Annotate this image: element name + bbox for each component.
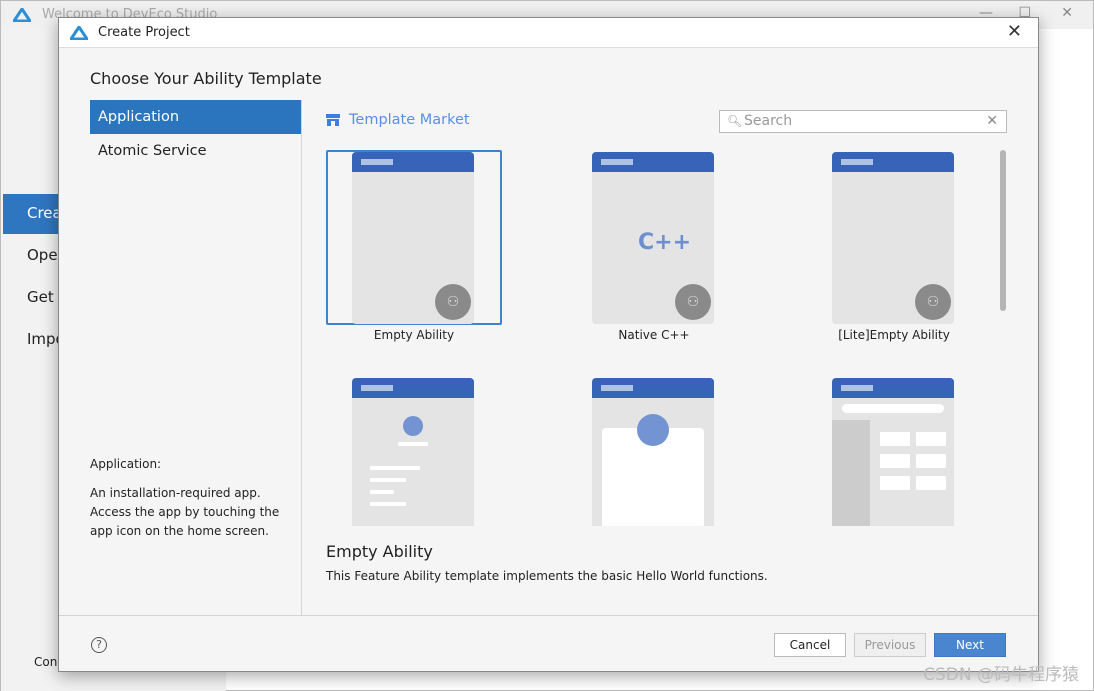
deveco-logo-icon xyxy=(70,26,88,40)
template-market-link[interactable]: Template Market xyxy=(326,112,470,128)
close-icon[interactable]: ✕ xyxy=(1007,21,1022,42)
dialog-title-bar: Create Project ✕ xyxy=(59,18,1038,48)
template-label: Native C++ xyxy=(618,328,690,342)
search-input[interactable]: 🔍︎ Search ✕ xyxy=(719,110,1007,133)
deveco-logo-icon xyxy=(13,8,31,22)
template-preview xyxy=(352,378,474,526)
category-description-text: An installation-required app. Access the… xyxy=(90,486,280,538)
selected-template-description: This Feature Ability template implements… xyxy=(326,569,768,583)
create-project-dialog: Create Project ✕ Choose Your Ability Tem… xyxy=(58,17,1039,672)
selected-template-title: Empty Ability xyxy=(326,542,433,561)
template-label: [Lite]Empty Ability xyxy=(838,328,950,342)
watermark: CSDN @码牛程序猿 xyxy=(923,665,1079,685)
cancel-button[interactable]: Cancel xyxy=(774,633,846,657)
clear-search-icon[interactable]: ✕ xyxy=(986,111,998,132)
template-preview xyxy=(832,378,954,526)
ability-badge-icon: ⚇ xyxy=(915,284,951,320)
window-close-icon[interactable]: ✕ xyxy=(1061,5,1073,21)
ability-badge-icon: ⚇ xyxy=(435,284,471,320)
template-label: Empty Ability xyxy=(373,328,455,342)
templates-scrollbar[interactable] xyxy=(1000,150,1006,311)
footer-divider xyxy=(59,615,1038,616)
search-placeholder: Search xyxy=(744,113,793,129)
bg-footer-text: Con xyxy=(34,655,58,669)
help-icon[interactable]: ? xyxy=(91,637,107,653)
page-title: Choose Your Ability Template xyxy=(90,69,322,88)
ability-badge-icon: ⚇ xyxy=(675,284,711,320)
bg-item-create[interactable]: Crea xyxy=(27,204,62,222)
store-icon xyxy=(326,114,340,126)
category-application[interactable]: Application xyxy=(90,100,301,134)
category-description-title: Application: xyxy=(90,457,162,471)
template-preview xyxy=(592,378,714,526)
next-button[interactable]: Next xyxy=(934,633,1006,657)
search-icon: 🔍︎ xyxy=(727,114,743,128)
previous-button[interactable]: Previous xyxy=(854,633,926,657)
cpp-icon: C++ xyxy=(638,230,692,255)
divider xyxy=(301,100,302,615)
dialog-title: Create Project xyxy=(98,25,190,40)
category-atomic-service[interactable]: Atomic Service xyxy=(90,134,301,168)
template-market-label: Template Market xyxy=(349,112,470,128)
